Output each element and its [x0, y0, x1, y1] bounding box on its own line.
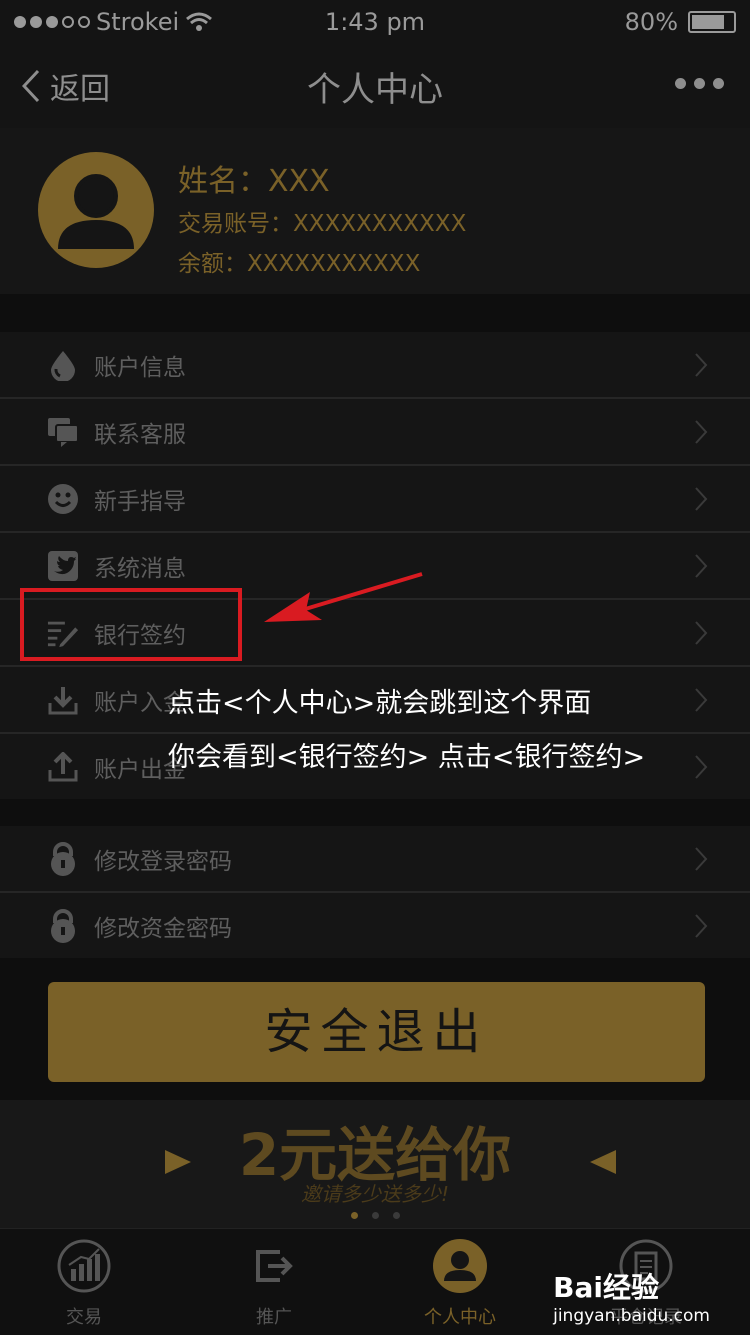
- menu-label: 系统消息: [94, 555, 186, 582]
- smile-icon: [47, 483, 79, 515]
- drop-icon: [47, 349, 79, 381]
- banner-subline: 邀请多少送多少!: [300, 1182, 450, 1206]
- user-icon: [433, 1239, 487, 1293]
- menu-label: 修改资金密码: [94, 915, 232, 942]
- tab-trade[interactable]: 交易: [24, 1239, 144, 1329]
- battery-indicator: 80%: [625, 8, 736, 36]
- watermark-url: jingyan.baidu.com: [553, 1306, 710, 1326]
- tab-personal-center[interactable]: 个人中心: [400, 1239, 520, 1329]
- baidu-watermark: Bai经验 jingyan.baidu.com: [553, 1266, 710, 1326]
- menu-label: 新手指导: [94, 488, 186, 515]
- menu-item-change-fund-password[interactable]: 修改资金密码: [0, 893, 750, 958]
- share-icon: [247, 1239, 301, 1293]
- twitter-icon: [47, 550, 79, 582]
- menu-group-security: 修改登录密码 修改资金密码: [0, 826, 750, 958]
- nav-bar: 返回 个人中心: [0, 42, 750, 128]
- tab-label: 推广: [256, 1307, 292, 1328]
- chevron-right-icon: [695, 487, 708, 511]
- page-title: 个人中心: [307, 70, 443, 110]
- profile-card: 姓名：XXX 交易账号：XXXXXXXXXXX 余额：XXXXXXXXXXX: [0, 128, 750, 294]
- watermark-logo: Bai经验: [553, 1271, 659, 1304]
- chevron-right-icon: [695, 688, 708, 712]
- lock-icon: [47, 908, 79, 943]
- download-icon: [47, 684, 79, 716]
- battery-percent: 80%: [624, 8, 678, 36]
- banner-pager: [0, 1212, 750, 1219]
- chart-icon: [57, 1239, 111, 1293]
- chevron-right-icon: [695, 353, 708, 377]
- menu-label: 账户信息: [94, 354, 186, 381]
- chevron-right-icon: [695, 914, 708, 938]
- chevron-right-icon: [695, 554, 708, 578]
- chevron-right-icon: [695, 420, 708, 444]
- trade-account: 交易账号：XXXXXXXXXXX: [178, 211, 467, 237]
- tab-label: 交易: [66, 1307, 102, 1328]
- user-name: 姓名：XXX: [178, 164, 330, 199]
- more-menu-button[interactable]: [675, 78, 724, 89]
- lock-icon: [47, 841, 79, 876]
- balance: 余额：XXXXXXXXXXX: [178, 251, 421, 277]
- chat-icon: [47, 416, 79, 448]
- avatar[interactable]: [38, 152, 154, 268]
- menu-item-account-info[interactable]: 账户信息: [0, 332, 750, 399]
- menu-item-customer-service[interactable]: 联系客服: [0, 399, 750, 466]
- promo-banner[interactable]: 2元送给你 邀请多少送多少!: [0, 1100, 750, 1228]
- tab-label: 个人中心: [424, 1307, 496, 1328]
- upload-icon: [47, 751, 79, 783]
- annotation-arrow-icon: [264, 572, 423, 622]
- status-bar: Strokei 1:43 pm 80%: [0, 0, 750, 42]
- menu-item-change-login-password[interactable]: 修改登录密码: [0, 826, 750, 893]
- menu-label: 联系客服: [94, 421, 186, 448]
- logout-button[interactable]: 安全退出: [48, 982, 705, 1082]
- chevron-right-icon: [695, 847, 708, 871]
- battery-icon: [688, 11, 736, 33]
- annotation-text-line1: 点击<个人中心>就会跳到这个界面: [168, 688, 592, 719]
- user-icon: [58, 174, 134, 249]
- menu-group-account: 账户信息 联系客服 新手指导 系统消息 银行签约 账户入金 账户出金: [0, 332, 750, 799]
- tab-promote[interactable]: 推广: [214, 1239, 334, 1329]
- chevron-right-icon: [695, 621, 708, 645]
- annotation-text-line2: 你会看到<银行签约> 点击<银行签约>: [168, 742, 646, 773]
- menu-label: 修改登录密码: [94, 848, 232, 875]
- annotation-highlight-box: [20, 588, 242, 661]
- chevron-right-icon: [695, 755, 708, 779]
- menu-item-beginner-guide[interactable]: 新手指导: [0, 466, 750, 533]
